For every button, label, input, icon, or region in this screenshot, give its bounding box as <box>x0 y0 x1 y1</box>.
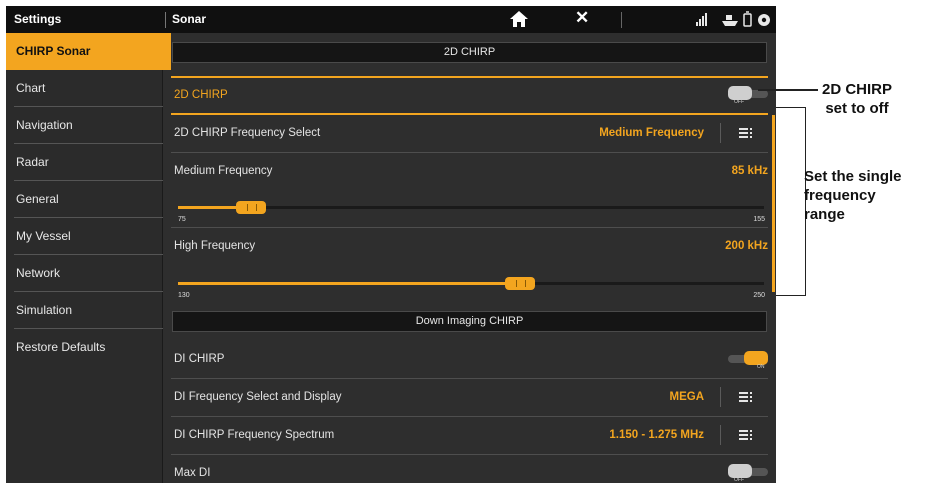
sidebar-item-general[interactable]: General <box>6 181 163 218</box>
callout-connector-top <box>758 89 818 91</box>
callout-line: 2D CHIRP <box>822 81 893 98</box>
row-label: Medium Frequency <box>174 165 273 177</box>
slider-max-label: 155 <box>753 216 765 223</box>
active-tab-indicator <box>163 33 171 70</box>
toggle-state-label: OFF <box>734 99 744 105</box>
status-divider <box>621 12 622 28</box>
close-icon[interactable]: ✕ <box>575 8 589 28</box>
settings-content: 2D CHIRP 2D CHIRP OFF 2D CHIRP Frequency… <box>171 33 776 483</box>
callout-line: set to off <box>825 100 889 117</box>
top-bar: Settings Sonar ✕ <box>6 6 776 33</box>
divider <box>720 123 721 143</box>
sidebar-item-label: General <box>16 192 59 206</box>
slider-fill <box>178 282 520 285</box>
row-di-frequency-select[interactable]: DI Frequency Select and Display MEGA <box>171 379 768 417</box>
sidebar-item-navigation[interactable]: Navigation <box>6 107 163 144</box>
high-frequency-slider[interactable]: 130 250 <box>178 277 768 303</box>
list-menu-icon[interactable] <box>738 125 754 141</box>
sidebar-item-label: Restore Defaults <box>16 340 106 354</box>
sidebar-item-network[interactable]: Network <box>6 255 163 292</box>
max-di-toggle[interactable]: OFF <box>728 464 768 483</box>
sidebar-item-chirp-sonar[interactable]: CHIRP Sonar <box>6 33 163 70</box>
sidebar-item-label: Simulation <box>16 303 73 317</box>
callout-bracket-top <box>776 107 806 108</box>
sonar-settings-screen: Settings Sonar ✕ CHIRP Sonar Chart Navig… <box>6 6 776 483</box>
battery-icon <box>743 11 752 27</box>
row-label: DI CHIRP <box>174 353 225 365</box>
row-di-chirp-spectrum[interactable]: DI CHIRP Frequency Spectrum 1.150 - 1.27… <box>171 417 768 455</box>
row-label: 2D CHIRP <box>174 89 228 101</box>
settings-sidebar: CHIRP Sonar Chart Navigation Radar Gener… <box>6 33 163 483</box>
sidebar-item-label: Network <box>16 266 61 280</box>
scrollbar[interactable] <box>772 115 775 292</box>
di-spectrum-value: 1.150 - 1.275 MHz <box>609 429 704 441</box>
frequency-select-value: Medium Frequency <box>599 127 704 139</box>
row-label: 2D CHIRP Frequency Select <box>174 127 321 139</box>
toggle-thumb <box>728 86 752 100</box>
section-header-2d-chirp: 2D CHIRP <box>172 42 767 63</box>
high-frequency-value: 200 kHz <box>725 240 768 252</box>
row-medium-frequency: Medium Frequency 85 kHz <box>171 153 768 189</box>
toggle-thumb <box>728 464 752 478</box>
sidebar-item-label: Chart <box>16 81 46 95</box>
row-label: Max DI <box>174 467 211 479</box>
callout-bracket-bottom <box>776 295 806 296</box>
settings-title: Settings <box>14 12 62 26</box>
section-header-down-imaging: Down Imaging CHIRP <box>172 311 767 332</box>
boat-icon <box>722 15 738 26</box>
sonar-title: Sonar <box>172 12 207 26</box>
divider <box>720 425 721 445</box>
callout-frequency-range: Set the single frequency range <box>804 167 902 224</box>
sidebar-item-radar[interactable]: Radar <box>6 144 163 181</box>
medium-frequency-slider[interactable]: 75 155 <box>178 201 768 227</box>
status-icons <box>696 11 770 27</box>
toggle-thumb <box>744 351 768 365</box>
row-high-frequency: High Frequency 200 kHz <box>171 228 768 264</box>
row-2d-chirp-frequency-select[interactable]: 2D CHIRP Frequency Select Medium Frequen… <box>171 115 768 153</box>
slider-thumb[interactable] <box>504 277 535 290</box>
slider-thumb[interactable] <box>236 201 267 214</box>
list-menu-icon[interactable] <box>738 389 754 405</box>
di-chirp-toggle[interactable]: ON <box>728 351 768 370</box>
row-label: High Frequency <box>174 240 256 252</box>
row-2d-chirp[interactable]: 2D CHIRP OFF <box>171 76 768 115</box>
slider-min-label: 130 <box>178 292 190 299</box>
slider-max-label: 250 <box>753 292 765 299</box>
toggle-state-label: ON <box>757 364 765 370</box>
row-label: DI CHIRP Frequency Spectrum <box>174 429 335 441</box>
home-icon[interactable] <box>509 10 529 28</box>
sidebar-item-label: My Vessel <box>16 229 71 243</box>
toggle-state-label: OFF <box>734 477 744 483</box>
row-label: DI Frequency Select and Display <box>174 391 342 403</box>
medium-frequency-value: 85 kHz <box>731 165 768 177</box>
callout-2d-chirp-off: 2D CHIRP set to off <box>822 80 892 118</box>
sidebar-item-restore-defaults[interactable]: Restore Defaults <box>6 329 163 366</box>
sidebar-item-label: CHIRP Sonar <box>16 44 91 58</box>
gear-icon <box>758 14 770 26</box>
callout-line: frequency <box>804 187 876 204</box>
sidebar-item-label: Navigation <box>16 118 73 132</box>
sidebar-item-label: Radar <box>16 155 49 169</box>
slider-min-label: 75 <box>178 216 186 223</box>
callout-line: Set the single <box>804 168 902 185</box>
sidebar-item-my-vessel[interactable]: My Vessel <box>6 218 163 255</box>
signal-icon <box>696 13 707 26</box>
title-divider <box>165 12 166 28</box>
callout-line: range <box>804 206 845 223</box>
row-di-chirp[interactable]: DI CHIRP ON <box>171 341 768 379</box>
sidebar-item-simulation[interactable]: Simulation <box>6 292 163 329</box>
divider <box>720 387 721 407</box>
di-frequency-value: MEGA <box>669 391 705 403</box>
list-menu-icon[interactable] <box>738 427 754 443</box>
row-max-di[interactable]: Max DI OFF <box>171 455 768 483</box>
sidebar-item-chart[interactable]: Chart <box>6 70 163 107</box>
